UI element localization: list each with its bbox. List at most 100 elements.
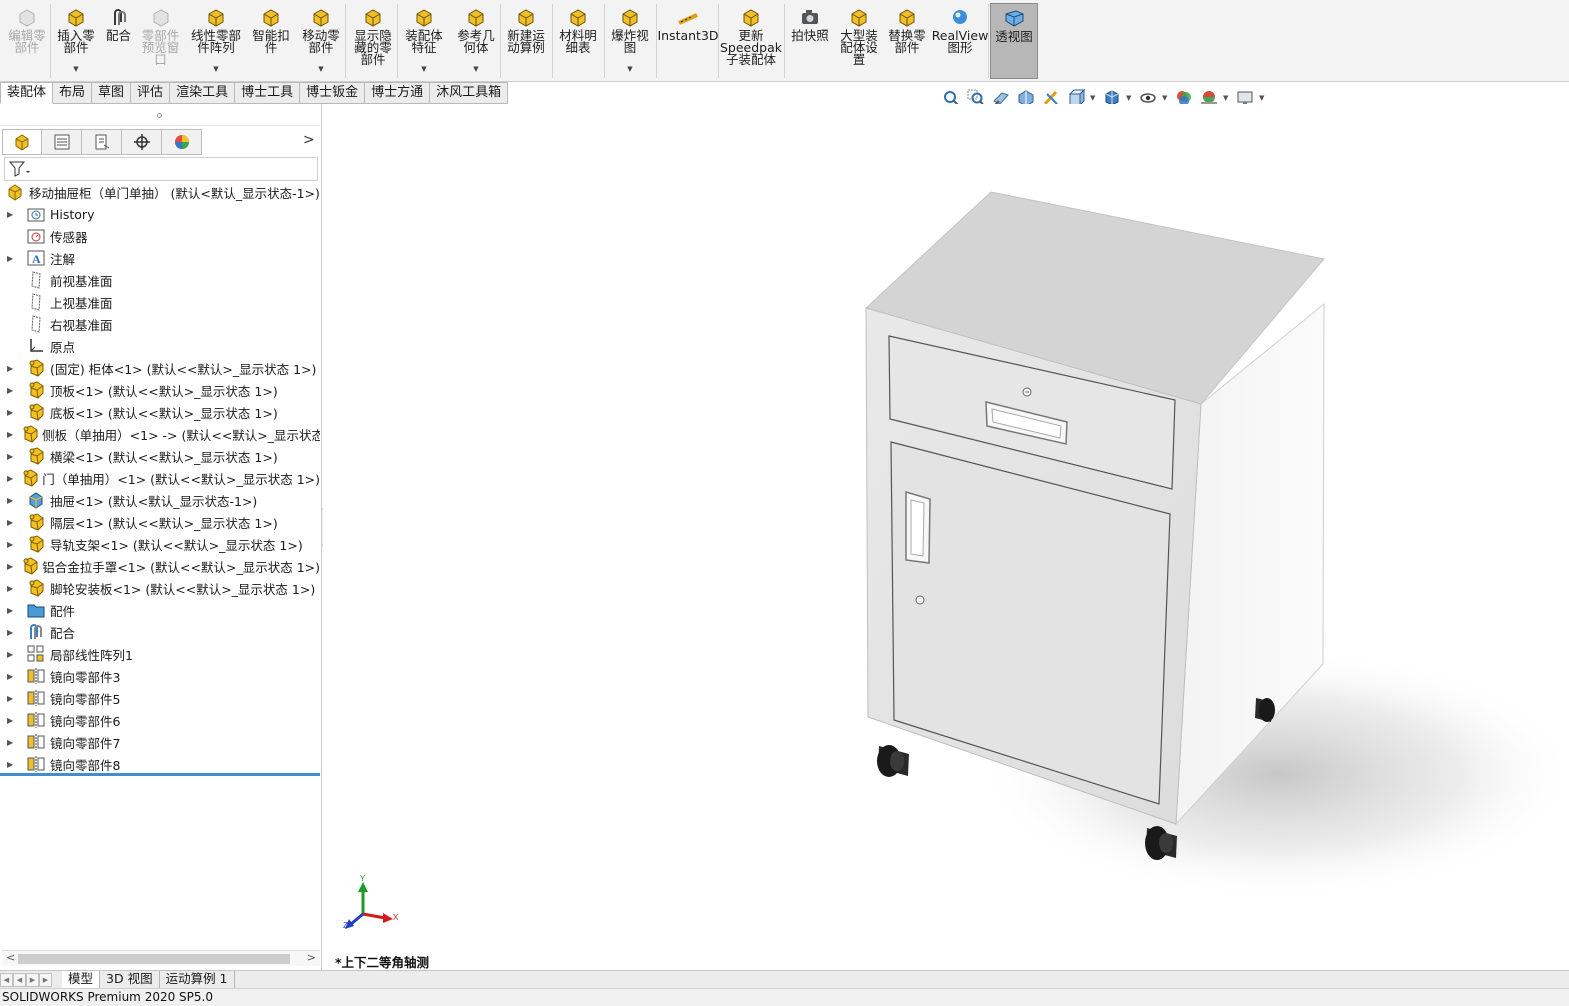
expand-arrow-icon[interactable]: ▶: [7, 584, 17, 593]
rollback-bar[interactable]: [0, 773, 320, 776]
chevron-down-icon[interactable]: ▼: [73, 63, 78, 75]
edit-component-button[interactable]: 编辑零 部件: [4, 3, 50, 79]
expand-arrow-icon[interactable]: ▶: [7, 364, 17, 373]
tree-item[interactable]: ▶ 导轨支架<1> (默认<<默认>_显示状态 1>): [0, 533, 320, 555]
tree-filter[interactable]: [4, 157, 318, 181]
model-viewport[interactable]: Y X Z: [323, 104, 1569, 970]
command-tab[interactable]: 沐风工具箱: [430, 82, 509, 104]
chevron-down-icon[interactable]: ▼: [627, 63, 632, 75]
bom-button[interactable]: 材料明 细表: [555, 3, 601, 79]
tab-motion-study[interactable]: 运动算例 1: [160, 971, 235, 988]
command-tab[interactable]: 装配体: [0, 82, 54, 104]
chevron-down-icon[interactable]: ▼: [213, 63, 218, 75]
tree-item[interactable]: ▶ 镜向零部件3: [0, 665, 320, 687]
expand-arrow-icon[interactable]: ▶: [7, 210, 17, 219]
chevron-down-icon[interactable]: ▼: [318, 63, 323, 75]
tree-item[interactable]: ▶ 局部线性阵列1: [0, 643, 320, 665]
horizontal-scrollbar[interactable]: < >: [2, 950, 320, 966]
reference-geometry-button[interactable]: 参考几 何体 ▼: [453, 3, 499, 79]
chevron-down-icon[interactable]: ▼: [1090, 94, 1098, 102]
tree-item[interactable]: 上视基准面: [0, 291, 320, 313]
move-component-button[interactable]: 移动零 部件 ▼: [298, 3, 344, 79]
assembly-features-button[interactable]: 装配体 特征 ▼: [401, 3, 447, 79]
tree-item[interactable]: ▶ A 注解: [0, 247, 320, 269]
expand-arrow-icon[interactable]: ▶: [7, 386, 17, 395]
tree-item[interactable]: ▶ 镜向零部件6: [0, 709, 320, 731]
tree-item[interactable]: ▶ 顶板<1> (默认<<默认>_显示状态 1>): [0, 379, 320, 401]
tree-item[interactable]: 前视基准面: [0, 269, 320, 291]
tree-item[interactable]: ▶ 配合: [0, 621, 320, 643]
chevron-down-icon[interactable]: ▼: [1223, 94, 1231, 102]
replace-components-button[interactable]: 替换零 部件: [884, 3, 930, 79]
insert-components-button[interactable]: 插入零 部件 ▼: [54, 3, 98, 79]
tree-item[interactable]: 原点: [0, 335, 320, 357]
expand-arrow-icon[interactable]: ▶: [7, 694, 17, 703]
tree-item[interactable]: ▶ 隔层<1> (默认<<默认>_显示状态 1>): [0, 511, 320, 533]
show-hidden-button[interactable]: 显示隐 藏的零 部件: [349, 3, 397, 79]
tree-item[interactable]: ▶ 底板<1> (默认<<默认>_显示状态 1>): [0, 401, 320, 423]
expand-arrow-icon[interactable]: ▶: [7, 760, 17, 769]
mate-button[interactable]: 配合: [102, 3, 135, 79]
tree-item[interactable]: ▶ 横梁<1> (默认<<默认>_显示状态 1>): [0, 445, 320, 467]
command-tab[interactable]: 博士钣金: [300, 82, 366, 104]
expand-arrow-icon[interactable]: ▶: [7, 716, 17, 725]
chevron-right-icon[interactable]: >: [303, 132, 315, 148]
tab-3d-view[interactable]: 3D 视图: [100, 971, 160, 988]
tab-model[interactable]: 模型: [62, 971, 101, 988]
tree-item[interactable]: ▶ 抽屉<1> (默认<默认_显示状态-1>): [0, 489, 320, 511]
expand-arrow-icon[interactable]: ▶: [7, 496, 17, 505]
expand-arrow-icon[interactable]: ▶: [7, 738, 17, 747]
speedpak-button[interactable]: 更新 Speedpak 子装配体: [720, 3, 782, 79]
realview-button[interactable]: RealView 图形: [932, 3, 988, 79]
tree-item[interactable]: ▶ 脚轮安装板<1> (默认<<默认>_显示状态 1>): [0, 577, 320, 599]
component-preview-button[interactable]: 零部件 预览窗 口: [138, 3, 183, 79]
command-tab[interactable]: 渲染工具: [170, 82, 236, 104]
tab-dimxpertmanager[interactable]: [122, 129, 162, 155]
tree-item[interactable]: ▶ (固定) 柜体<1> (默认<<默认>_显示状态 1>): [0, 357, 320, 379]
expand-arrow-icon[interactable]: ▶: [7, 452, 17, 461]
tree-item[interactable]: 传感器: [0, 225, 320, 247]
expand-arrow-icon[interactable]: ▶: [7, 628, 17, 637]
previous-tab-icon[interactable]: ◀: [13, 972, 26, 987]
command-tab[interactable]: 博士方通: [365, 82, 431, 104]
command-tab[interactable]: 博士工具: [235, 82, 301, 104]
next-tab-icon[interactable]: ▶: [26, 972, 39, 987]
chevron-down-icon[interactable]: ▼: [473, 63, 478, 75]
expand-arrow-icon[interactable]: ▶: [7, 606, 17, 615]
command-tab[interactable]: 草图: [92, 82, 132, 104]
expand-arrow-icon[interactable]: ▶: [7, 254, 17, 263]
first-tab-icon[interactable]: ◀: [0, 972, 13, 987]
tree-item[interactable]: ▶ History: [0, 203, 320, 225]
scroll-left-icon[interactable]: <: [6, 951, 15, 964]
scroll-right-icon[interactable]: >: [307, 951, 316, 964]
command-tab[interactable]: 评估: [131, 82, 171, 104]
tree-item[interactable]: ▶ 铝合金拉手罩<1> (默认<<默认>_显示状态 1>): [0, 555, 320, 577]
new-motion-study-button[interactable]: 新建运 动算例: [503, 3, 549, 79]
snapshot-button[interactable]: 拍快照: [788, 3, 832, 79]
expand-arrow-icon[interactable]: ▶: [7, 430, 13, 439]
scrollbar-thumb[interactable]: [18, 954, 290, 964]
linear-pattern-button[interactable]: 线性零部 件阵列 ▼: [186, 3, 246, 79]
tree-item[interactable]: ▶ 镜向零部件8: [0, 753, 320, 775]
tree-item[interactable]: 右视基准面: [0, 313, 320, 335]
expand-arrow-icon[interactable]: ▶: [7, 474, 13, 483]
tab-featuremanager[interactable]: [2, 129, 42, 155]
smart-fasteners-button[interactable]: 智能扣 件: [248, 3, 294, 79]
exploded-view-button[interactable]: 爆炸视 图 ▼: [607, 3, 653, 79]
chevron-down-icon[interactable]: ▼: [1259, 94, 1267, 102]
expand-arrow-icon[interactable]: ▶: [7, 518, 17, 527]
tree-item[interactable]: ▶ 配件: [0, 599, 320, 621]
tab-configurationmanager[interactable]: [82, 129, 122, 155]
command-tab[interactable]: 布局: [53, 82, 93, 104]
expand-arrow-icon[interactable]: ▶: [7, 562, 13, 571]
expand-arrow-icon[interactable]: ▶: [7, 540, 17, 549]
perspective-button[interactable]: 透视图: [990, 3, 1038, 79]
expand-arrow-icon[interactable]: ▶: [7, 672, 17, 681]
chevron-down-icon[interactable]: ▼: [421, 63, 426, 75]
instant3d-button[interactable]: Instant3D: [657, 3, 719, 79]
tab-displaymanager[interactable]: [162, 129, 202, 155]
splitter-handle-icon[interactable]: [157, 113, 162, 118]
graphics-area[interactable]: Y X Z *上下二等角轴测: [323, 104, 1569, 970]
panel-splitter[interactable]: [0, 104, 320, 126]
tree-item[interactable]: ▶ 镜向零部件5: [0, 687, 320, 709]
